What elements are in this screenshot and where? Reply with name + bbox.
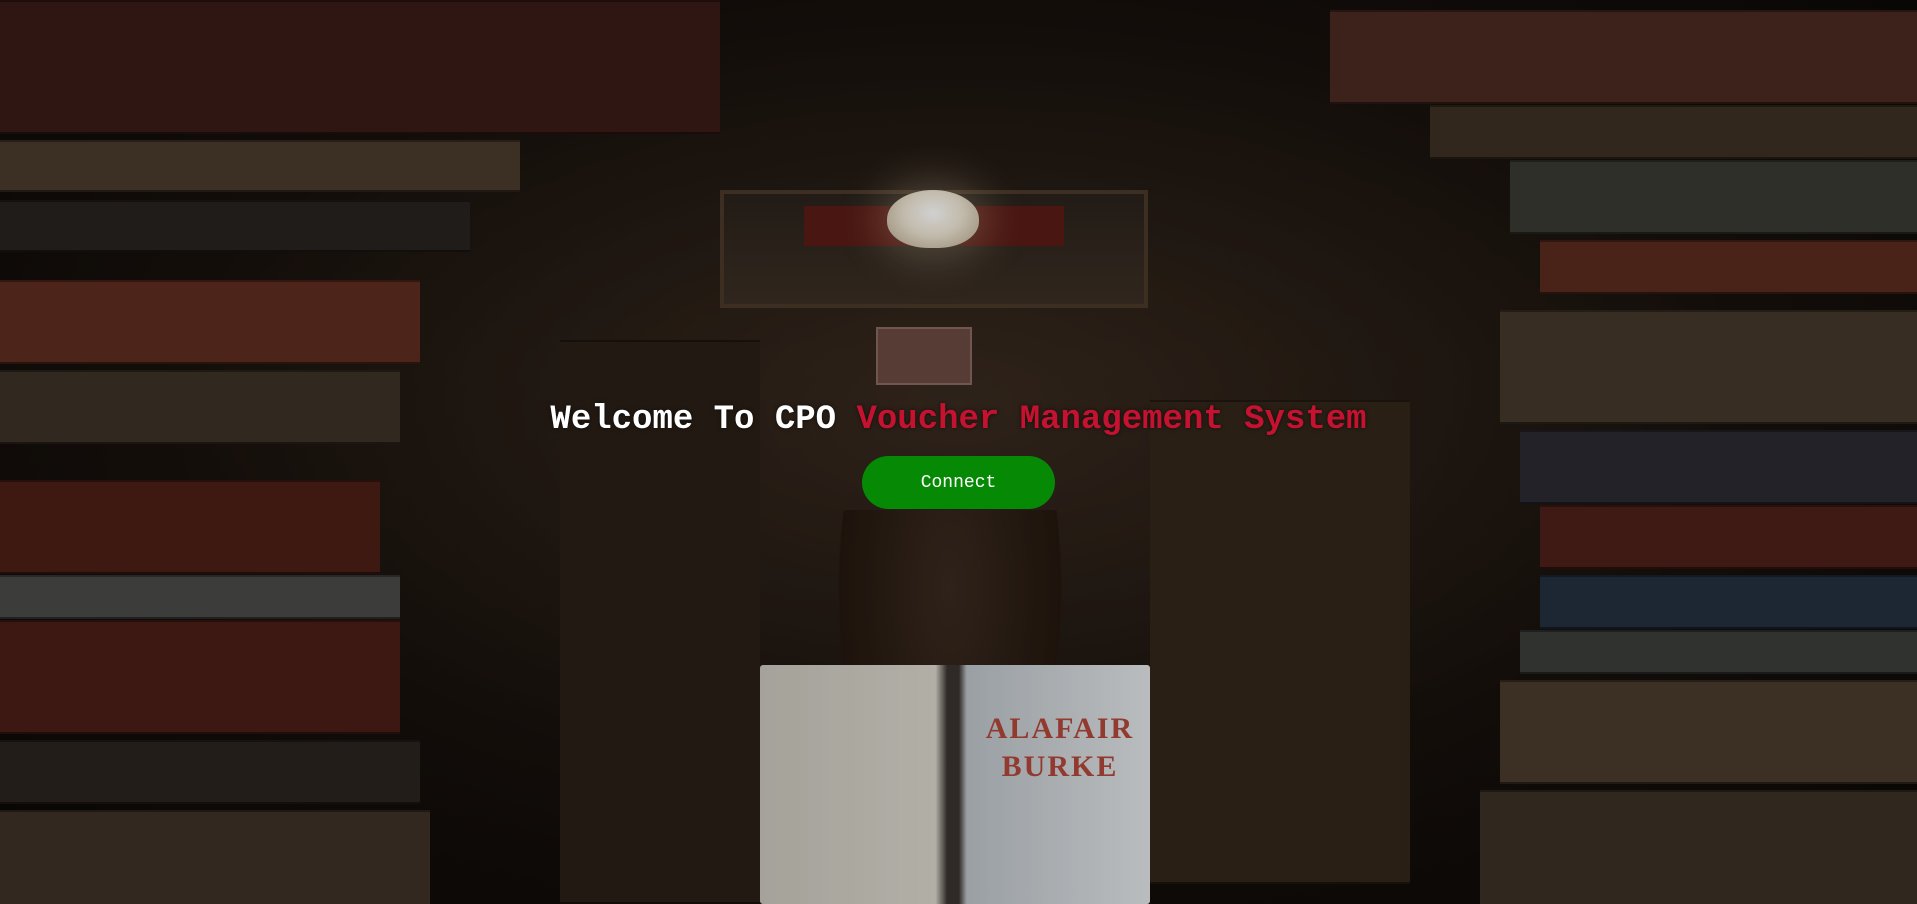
welcome-panel: Welcome To CPO Voucher Management System…: [0, 398, 1917, 509]
welcome-prefix: Welcome To CPO: [550, 401, 857, 439]
connect-button[interactable]: Connect: [862, 456, 1055, 509]
hero-section: ALAFAIR BURKE Welcome To CPO Voucher Mana…: [0, 0, 1917, 904]
welcome-heading: Welcome To CPO Voucher Management System: [0, 398, 1917, 442]
welcome-highlight: Voucher Management System: [856, 401, 1367, 439]
